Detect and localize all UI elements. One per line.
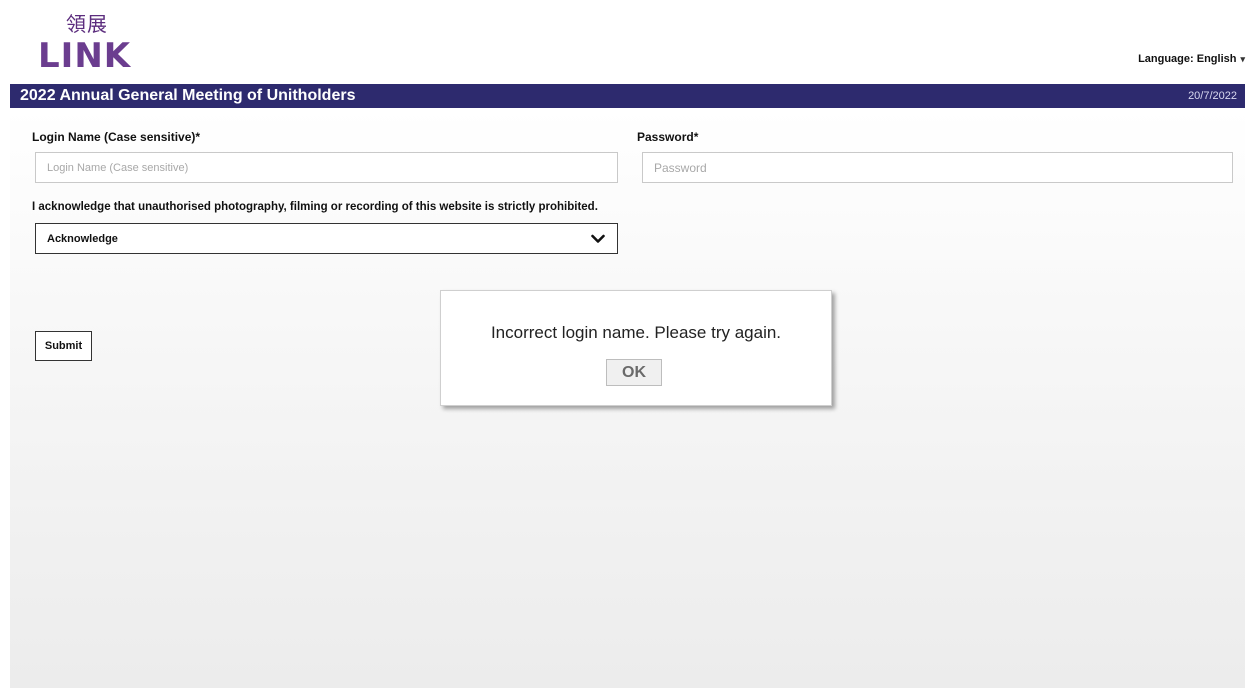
acknowledge-selected-value: Acknowledge: [47, 232, 118, 245]
link-logo: 領展 LINK: [38, 8, 138, 76]
logo-wordmark: LINK: [38, 36, 132, 76]
caret-down-icon: ▾: [1240, 53, 1245, 64]
chevron-down-icon: [591, 234, 605, 243]
logo-chinese-text: 領展: [66, 12, 108, 36]
login-name-label: Login Name (Case sensitive)*: [32, 130, 201, 144]
meeting-date: 20/7/2022: [1188, 90, 1237, 102]
ok-button[interactable]: OK: [606, 359, 662, 386]
password-input[interactable]: [642, 152, 1233, 183]
error-message: Incorrect login name. Please try again.: [490, 323, 782, 342]
title-bar: 2022 Annual General Meeting of Unitholde…: [10, 84, 1245, 108]
language-selector[interactable]: Language: English ▾: [1138, 53, 1245, 65]
page-title: 2022 Annual General Meeting of Unitholde…: [20, 87, 356, 104]
password-label: Password*: [637, 130, 699, 144]
acknowledge-statement: I acknowledge that unauthorised photogra…: [32, 201, 598, 213]
language-label: Language: English: [1138, 53, 1237, 65]
login-name-input[interactable]: [35, 152, 618, 183]
acknowledge-select[interactable]: Acknowledge: [35, 223, 618, 254]
submit-button[interactable]: Submit: [35, 331, 92, 361]
error-dialog: Incorrect login name. Please try again. …: [440, 290, 832, 406]
